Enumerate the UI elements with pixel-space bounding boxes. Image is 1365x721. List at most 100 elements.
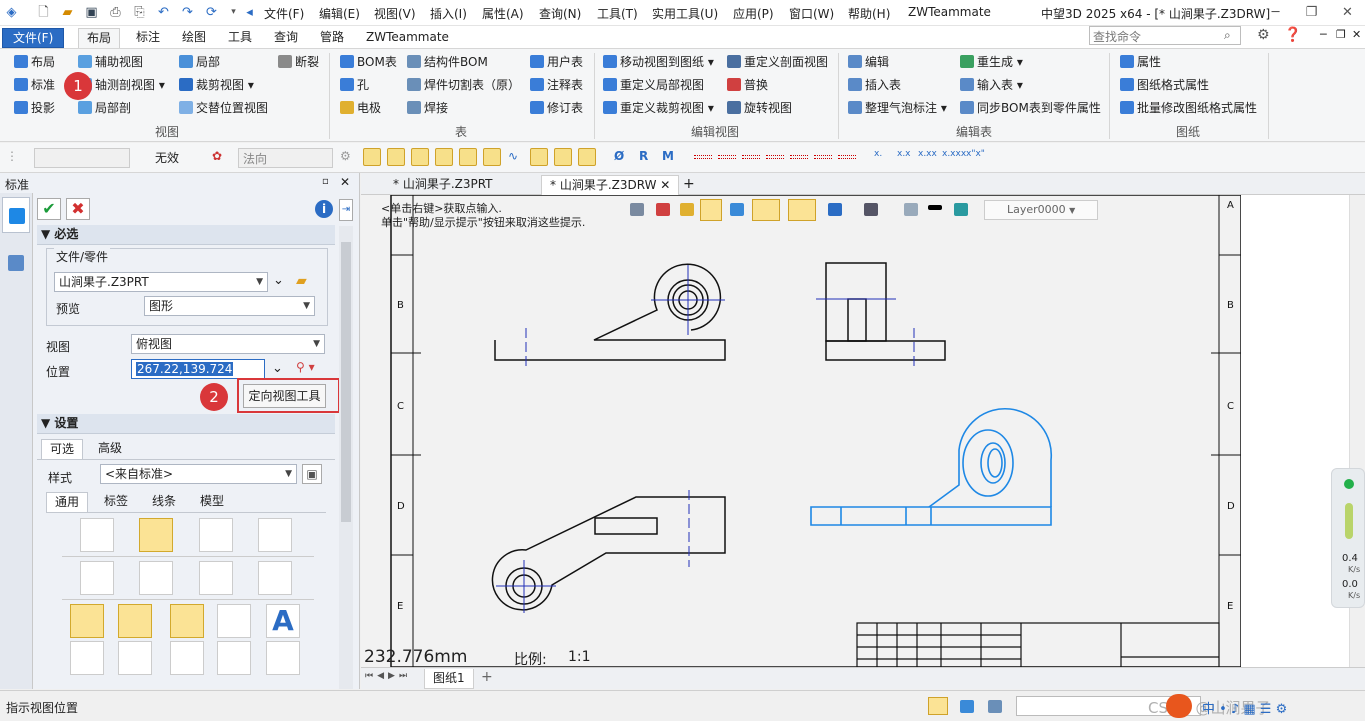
status-list-icon[interactable] — [988, 700, 1002, 713]
cancel-button[interactable]: ✖ — [66, 198, 90, 220]
subtab-label[interactable]: 标签 — [96, 492, 136, 512]
sheet-tab-1[interactable]: 图纸1 — [424, 669, 474, 689]
tab-query[interactable]: 查询 — [272, 28, 300, 48]
search-icon[interactable]: ⌕ — [1224, 28, 1231, 43]
ribbon-minimize-icon[interactable]: ─ — [1320, 28, 1327, 41]
open-folder-icon[interactable]: ▰ — [60, 5, 75, 20]
tab-advanced[interactable]: 高级 — [90, 439, 130, 459]
print-preview-icon[interactable]: ⎘ — [132, 5, 147, 20]
dim-style-4-icon[interactable] — [766, 155, 784, 159]
bolt-circle-button[interactable] — [170, 604, 204, 638]
menu-window[interactable]: 窗口(W) — [789, 5, 834, 22]
partial-section-button[interactable]: 局部剖 — [78, 98, 131, 118]
thread-display-button[interactable] — [80, 561, 114, 595]
restore-icon[interactable]: ❐ — [1304, 5, 1319, 20]
snap-radius-icon[interactable]: R — [639, 149, 648, 163]
weld-table-button[interactable]: 焊接 — [407, 98, 448, 118]
snap-center-button[interactable] — [483, 148, 501, 166]
subtab-general[interactable]: 通用 — [46, 492, 89, 512]
snap-perp-button[interactable] — [578, 148, 596, 166]
tab-piping[interactable]: 管路 — [318, 28, 346, 48]
tab-annotate[interactable]: 标注 — [134, 28, 162, 48]
background-icon[interactable] — [864, 203, 878, 216]
settings-gear-icon[interactable]: ⚙ — [1257, 27, 1270, 43]
tidy-balloons-button[interactable]: 整理气泡标注 ▾ — [848, 98, 947, 118]
snap-tangent-button[interactable] — [530, 148, 548, 166]
panel-expand-icon[interactable]: ⇥ — [339, 199, 353, 221]
snap-m-icon[interactable]: M — [662, 149, 674, 163]
crop-view-button[interactable]: 裁剪视图 ▾ — [179, 75, 254, 95]
tangent-edges-button[interactable] — [139, 561, 173, 595]
projection-button[interactable]: 投影 — [14, 98, 55, 118]
annotation-table-button[interactable]: 注释表 — [530, 75, 583, 95]
subtab-model[interactable]: 模型 — [192, 492, 232, 512]
menu-help[interactable]: 帮助(H) — [848, 5, 890, 22]
section-display-button[interactable] — [170, 641, 204, 675]
menu-insert[interactable]: 插入(I) — [430, 5, 467, 22]
file-select[interactable]: 山涧果子.Z3PRT ▼ — [54, 272, 268, 292]
sheet-nav-icon[interactable]: ⏮◀▶⏭ — [365, 671, 411, 681]
help-icon[interactable]: ❓ — [1284, 27, 1301, 43]
subtab-lines[interactable]: 线条 — [144, 492, 184, 512]
bom-table-button[interactable]: BOM表 — [340, 52, 397, 72]
info-icon[interactable]: i — [315, 200, 333, 218]
ribbon-close-icon[interactable]: ✕ — [1352, 28, 1361, 41]
undo-icon[interactable]: ↶ — [156, 5, 171, 20]
ime-status-icon[interactable]: 中 • ♪ ▦ ☰ ⚙ — [1202, 698, 1287, 717]
snap-curve-icon[interactable]: ∿ — [508, 149, 518, 163]
expand-chevrons-icon[interactable]: ⌄ — [273, 273, 284, 288]
dim-style-3-icon[interactable] — [742, 155, 760, 159]
hatch-display-button[interactable] — [217, 641, 251, 675]
dim-style-1-icon[interactable] — [694, 155, 712, 159]
collapse-left-icon[interactable]: ◂ — [242, 5, 257, 20]
edit-table-button[interactable]: 编辑 — [848, 52, 889, 72]
insert-table-button[interactable]: 插入表 — [848, 75, 901, 95]
redefine-crop-button[interactable]: 重定义裁剪视图 ▾ — [603, 98, 714, 118]
snap-diameter-icon[interactable]: Ø — [614, 149, 624, 163]
dim-style-2-icon[interactable] — [718, 155, 736, 159]
snap-point-button[interactable] — [363, 148, 381, 166]
electrode-table-button[interactable]: 电极 — [340, 98, 381, 118]
structural-bom-button[interactable]: 结构件BOM — [407, 52, 488, 72]
text-style-icon[interactable]: A — [266, 604, 300, 638]
dimension-button[interactable] — [217, 604, 251, 638]
snap-end-button[interactable] — [435, 148, 453, 166]
menu-query[interactable]: 查询(N) — [539, 5, 581, 22]
new-tab-icon[interactable]: + — [675, 175, 703, 195]
section-required[interactable]: ▼ 必选 — [37, 225, 335, 245]
break-view-button[interactable]: 断裂 — [278, 52, 319, 72]
layout-button[interactable]: 布局 — [14, 52, 55, 72]
position-expand-icon[interactable]: ⌄ — [272, 361, 283, 376]
render-mode-button[interactable] — [700, 199, 722, 221]
sheet-format-properties-button[interactable]: 图纸格式属性 — [1120, 75, 1209, 95]
print-icon[interactable]: ⎙ — [108, 5, 123, 20]
centerline-button[interactable] — [258, 561, 292, 595]
doc-tab-close-icon[interactable]: ✕ — [660, 178, 670, 192]
minimize-icon[interactable]: ─ — [1268, 5, 1283, 20]
panel-pin-icon[interactable]: ▫ — [322, 176, 329, 187]
new-file-icon[interactable]: 🗋 — [36, 5, 51, 20]
menu-zwteammate[interactable]: ZWTeammate — [908, 5, 991, 19]
edit-tool-icon[interactable] — [656, 203, 670, 216]
boundary-box-button[interactable] — [70, 604, 104, 638]
style-select[interactable]: <来自标准> ▼ — [100, 464, 297, 484]
dim-style-6-icon[interactable] — [814, 155, 832, 159]
tab-optional[interactable]: 可选 — [41, 439, 84, 459]
menu-file[interactable]: 文件(F) — [264, 5, 304, 22]
axes-display-button[interactable] — [118, 641, 152, 675]
rotate-view-button[interactable]: 旋转视图 — [727, 98, 792, 118]
layer-dropdown[interactable]: Layer0000 ▼ — [984, 200, 1098, 220]
command-search-input[interactable]: 查找命令 — [1089, 26, 1241, 45]
tab-zwteammate[interactable]: ZWTeammate — [364, 28, 451, 48]
brush-icon[interactable] — [680, 203, 694, 216]
status-toggle-1-button[interactable] — [928, 697, 948, 715]
scrollbar-thumb[interactable] — [341, 242, 351, 522]
tol-style-4-icon[interactable]: x.xxx — [942, 149, 966, 159]
preview-select[interactable]: 图形 ▼ — [144, 296, 315, 316]
snap-mid-button[interactable] — [459, 148, 477, 166]
import-table-button[interactable]: 输入表 ▾ — [960, 75, 1023, 95]
menu-edit[interactable]: 编辑(E) — [319, 5, 360, 22]
ime-logo-icon[interactable] — [1166, 694, 1192, 718]
curve-display-button[interactable] — [70, 641, 104, 675]
user-table-button[interactable]: 用户表 — [530, 52, 583, 72]
